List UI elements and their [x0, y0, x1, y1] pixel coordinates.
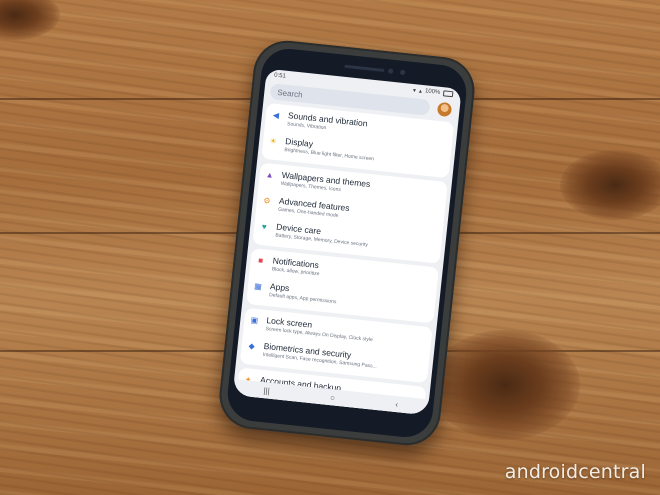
- recents-button[interactable]: |||: [263, 386, 270, 396]
- earpiece-speaker: [344, 64, 385, 72]
- shield-icon: ◆: [248, 341, 256, 351]
- settings-screen: 0:51 ▾ ▴ 100% Search ◀ Sounds and vibrati…: [232, 68, 462, 416]
- gear-icon: ⚙: [262, 196, 271, 206]
- lock-icon: ▣: [250, 315, 259, 326]
- status-time: 0:51: [273, 72, 287, 80]
- signal-icon: ▴: [418, 88, 423, 95]
- battery-icon: [442, 90, 454, 98]
- palette-icon: ▲: [265, 170, 275, 180]
- phone: 0:51 ▾ ▴ 100% Search ◀ Sounds and vibrati…: [0, 0, 660, 495]
- brightness-icon: ☀: [269, 136, 278, 147]
- phone-body: 0:51 ▾ ▴ 100% Search ◀ Sounds and vibrati…: [225, 46, 469, 440]
- front-camera: [387, 68, 394, 74]
- settings-item-subtitle: Brightness, Blue light filter, Home scre…: [284, 146, 375, 163]
- battery-percent: 100%: [424, 88, 441, 96]
- speaker-icon: ◀: [272, 110, 280, 121]
- settings-item-title: Apps: [269, 281, 290, 294]
- settings-group: ▲ Wallpapers and themes Wallpapers, Themes…: [252, 162, 448, 264]
- phone-case: 0:51 ▾ ▴ 100% Search ◀ Sounds and vibrati…: [216, 37, 478, 449]
- settings-item-subtitle: Default apps, App permissions: [268, 292, 337, 306]
- sensor-icon: [399, 69, 406, 76]
- notification-icon: ■: [257, 255, 264, 266]
- settings-item-subtitle: Battery, Storage, Memory, Device securit…: [275, 232, 369, 249]
- back-button[interactable]: ‹: [395, 399, 399, 408]
- androidcentral-watermark: androidcentral: [504, 461, 646, 483]
- device-care-icon: ♥: [261, 222, 268, 232]
- home-button[interactable]: ○: [330, 393, 336, 402]
- profile-avatar[interactable]: [436, 101, 453, 118]
- wifi-icon: ▾: [412, 87, 417, 94]
- search-placeholder: Search: [276, 87, 304, 100]
- apps-icon: ▦: [253, 281, 263, 292]
